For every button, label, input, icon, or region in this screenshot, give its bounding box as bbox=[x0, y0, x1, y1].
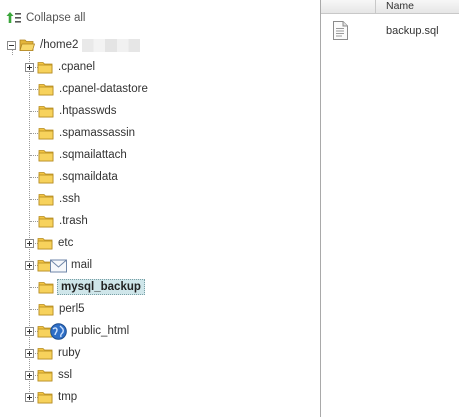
tree-item[interactable]: ruby bbox=[25, 343, 82, 363]
tree-item-label[interactable]: .cpanel-datastore bbox=[57, 82, 150, 96]
tree-item-label[interactable]: .trash bbox=[57, 214, 90, 228]
folder-icon bbox=[37, 370, 53, 382]
toggle-spacer bbox=[25, 195, 38, 204]
tree-item[interactable]: public_html bbox=[25, 321, 131, 341]
tree-item-label[interactable]: .cpanel bbox=[56, 60, 97, 74]
folder-icon bbox=[38, 282, 54, 294]
tree-item-label[interactable]: ruby bbox=[56, 346, 82, 360]
tree-item-label[interactable]: ssl bbox=[56, 368, 74, 382]
folder-icon bbox=[38, 304, 54, 316]
folder-icon bbox=[38, 216, 54, 228]
folder-icon bbox=[37, 238, 53, 250]
folder-icon bbox=[37, 62, 53, 74]
tree-item-label[interactable]: .sqmaildata bbox=[57, 170, 120, 184]
folder-icon bbox=[38, 172, 54, 184]
expand-toggle[interactable] bbox=[25, 392, 34, 402]
toggle-spacer bbox=[25, 151, 38, 160]
tree-item-label[interactable]: .spamassassin bbox=[57, 126, 137, 140]
expand-toggle[interactable] bbox=[25, 348, 34, 358]
folder-icon bbox=[38, 106, 54, 118]
tree-item-label[interactable]: etc bbox=[56, 236, 75, 250]
tree-item-label[interactable]: mail bbox=[69, 258, 94, 272]
file-list-pane: Name backup.sql bbox=[321, 0, 459, 417]
tree-root-row[interactable]: /home2 bbox=[7, 35, 141, 55]
tree-item[interactable]: .cpanel-datastore bbox=[25, 79, 150, 99]
open-folder-icon bbox=[19, 39, 35, 51]
tree-item-label[interactable]: .htpasswds bbox=[57, 104, 119, 118]
expand-toggle[interactable] bbox=[25, 62, 34, 72]
tree-item-label[interactable]: mysql_backup bbox=[57, 279, 145, 295]
tree-root-label[interactable]: /home2 bbox=[38, 38, 80, 52]
folder-icon bbox=[38, 84, 54, 96]
folder-icon bbox=[37, 392, 53, 404]
collapse-all-label: Collapse all bbox=[26, 12, 86, 24]
tree-item[interactable]: tmp bbox=[25, 387, 79, 407]
name-column-header[interactable]: Name bbox=[386, 0, 414, 12]
globe-icon bbox=[50, 322, 67, 340]
toggle-spacer bbox=[25, 107, 38, 116]
tree-item[interactable]: perl5 bbox=[25, 299, 87, 319]
tree-item[interactable]: .sqmailattach bbox=[25, 145, 129, 165]
directory-tree-pane: Collapse all /home2 .cpanel .cpanel-datas… bbox=[0, 0, 320, 417]
folder-icon bbox=[37, 348, 53, 360]
tree-item[interactable]: .spamassassin bbox=[25, 123, 137, 143]
file-row[interactable]: backup.sql bbox=[321, 20, 459, 44]
toggle-spacer bbox=[25, 305, 38, 314]
icon-column-header bbox=[321, 0, 376, 13]
expand-toggle[interactable] bbox=[25, 260, 34, 270]
tree-item[interactable]: ssl bbox=[25, 365, 74, 385]
tree-item[interactable]: .cpanel bbox=[25, 57, 97, 77]
redacted-text bbox=[82, 38, 141, 52]
toggle-spacer bbox=[25, 217, 38, 226]
tree-item[interactable]: .sqmaildata bbox=[25, 167, 120, 187]
folder-icon bbox=[38, 194, 54, 206]
toggle-spacer bbox=[25, 129, 38, 138]
toggle-spacer bbox=[25, 85, 38, 94]
tree-item[interactable]: mail bbox=[25, 255, 94, 275]
document-icon bbox=[333, 21, 348, 40]
tree-item-label[interactable]: .sqmailattach bbox=[57, 148, 129, 162]
tree-item[interactable]: .trash bbox=[25, 211, 90, 231]
collapse-toggle[interactable] bbox=[7, 40, 16, 50]
tree-item[interactable]: mysql_backup bbox=[25, 277, 145, 297]
folder-icon bbox=[38, 128, 54, 140]
envelope-icon bbox=[50, 259, 67, 272]
tree-item[interactable]: .htpasswds bbox=[25, 101, 119, 121]
toggle-spacer bbox=[25, 283, 38, 292]
expand-toggle[interactable] bbox=[25, 238, 34, 248]
tree-item-label[interactable]: tmp bbox=[56, 390, 79, 404]
expand-toggle[interactable] bbox=[25, 326, 34, 336]
expand-toggle[interactable] bbox=[25, 370, 34, 380]
toggle-spacer bbox=[25, 173, 38, 182]
tree-item-label[interactable]: perl5 bbox=[57, 302, 87, 316]
collapse-all-icon bbox=[6, 12, 21, 23]
file-list-header: Name bbox=[321, 0, 459, 14]
tree-item[interactable]: .ssh bbox=[25, 189, 82, 209]
tree-item[interactable]: etc bbox=[25, 233, 75, 253]
folder-icon bbox=[38, 150, 54, 162]
tree-item-label[interactable]: public_html bbox=[69, 324, 131, 338]
tree-item-label[interactable]: .ssh bbox=[57, 192, 82, 206]
collapse-all-button[interactable]: Collapse all bbox=[6, 10, 85, 26]
file-name[interactable]: backup.sql bbox=[386, 25, 439, 37]
